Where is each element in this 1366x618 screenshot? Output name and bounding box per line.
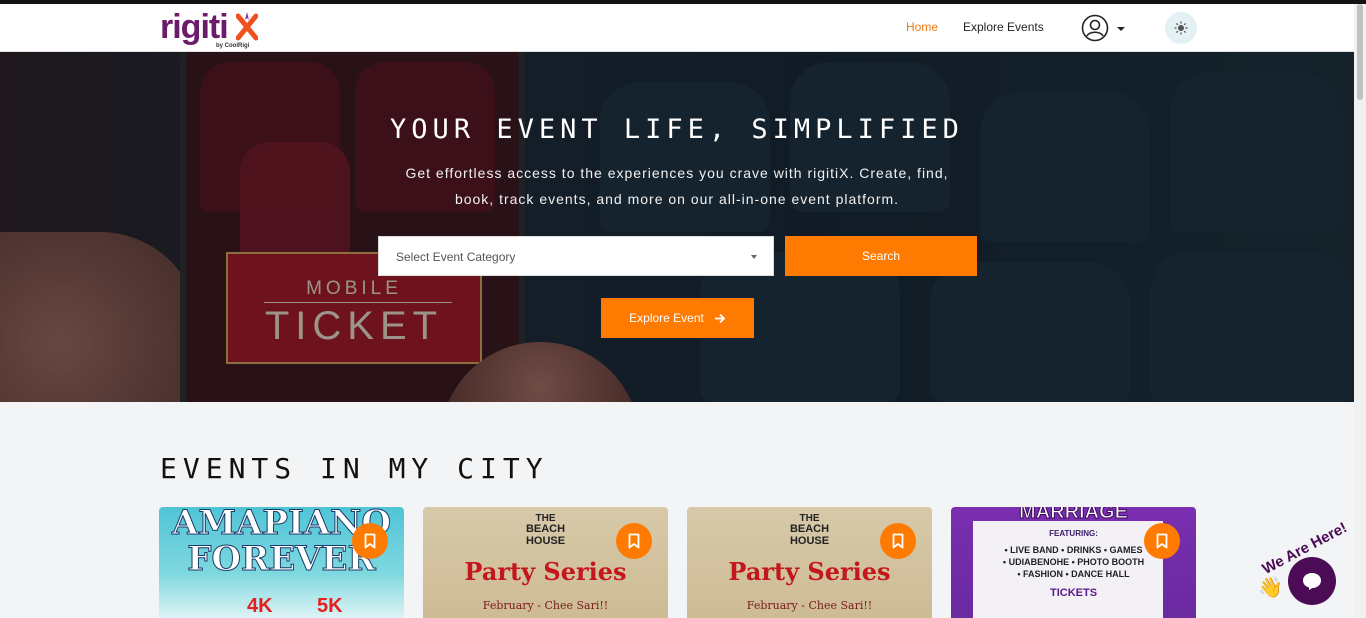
event-card[interactable]: AMAPIANO FOREVER 4K 5K	[159, 507, 404, 618]
arrow-right-icon	[714, 313, 726, 323]
bookmark-button[interactable]	[616, 523, 652, 559]
logo[interactable]: rigiti by CoolRigi	[160, 10, 260, 50]
card-title: Party Series	[728, 557, 891, 586]
navbar: rigiti by CoolRigi Home Explore Events	[0, 4, 1354, 52]
select-placeholder: Select Event Category	[396, 250, 516, 264]
bookmark-icon	[628, 533, 640, 549]
card-subtitle: February - Chee Sari!!	[482, 599, 609, 612]
search-button[interactable]: Search	[785, 236, 977, 276]
caret-down-icon	[751, 255, 757, 259]
user-avatar-icon	[1081, 14, 1109, 42]
card-price-1: 4K	[247, 595, 273, 617]
card-price-2: 5K	[317, 595, 343, 617]
features-line3: • FASHION • DANCE HALL	[1017, 569, 1130, 579]
nav-home-link[interactable]: Home	[906, 20, 938, 34]
bookmark-icon	[1156, 533, 1168, 549]
waving-hand-icon: 👋	[1258, 577, 1283, 599]
logo-byline: by CoolRigi	[216, 43, 250, 49]
nav-explore-events-link[interactable]: Explore Events	[963, 20, 1044, 34]
event-category-select[interactable]: Select Event Category	[378, 236, 774, 276]
hero-banner: MOBILE TICKET	[0, 52, 1354, 402]
bookmark-icon	[364, 533, 376, 549]
event-card[interactable]: THE BEACH HOUSE Party Series February - …	[687, 507, 932, 618]
explore-event-label: Explore Event	[629, 311, 704, 325]
hero-subtitle: Get effortless access to the experiences…	[405, 165, 949, 207]
user-menu[interactable]	[1080, 14, 1126, 42]
theme-toggle-button[interactable]	[1165, 12, 1197, 44]
tickets-label: TICKETS	[1049, 587, 1098, 599]
explore-event-button[interactable]: Explore Event	[601, 298, 754, 338]
scrollbar-thumb[interactable]	[1357, 4, 1363, 100]
event-card[interactable]: THE BEACH HOUSE Party Series February - …	[423, 507, 668, 618]
logo-text: rigiti	[160, 8, 229, 46]
bookmark-icon	[892, 533, 904, 549]
page-scrollbar[interactable]	[1354, 4, 1366, 618]
chat-widget-button[interactable]	[1288, 557, 1336, 605]
sun-icon	[1174, 21, 1188, 35]
section-title: EVENTS IN MY CITY	[160, 452, 549, 485]
card-title: Party Series	[464, 557, 627, 586]
card-title: MARRIAGE	[1019, 507, 1129, 524]
event-card[interactable]: MARRIAGE FEATURING: • LIVE BAND • DRINKS…	[951, 507, 1196, 618]
bookmark-button[interactable]	[880, 523, 916, 559]
logo-x-mark	[236, 12, 258, 41]
card-subtitle: February - Chee Sari!!	[746, 599, 873, 612]
chevron-down-icon	[1117, 27, 1125, 31]
hero-title: YOUR EVENT LIFE, SIMPLIFIED	[390, 114, 964, 145]
chat-icon	[1303, 573, 1321, 590]
bookmark-button[interactable]	[1144, 523, 1180, 559]
hero-overlay	[0, 52, 1354, 402]
bookmark-button[interactable]	[352, 523, 388, 559]
